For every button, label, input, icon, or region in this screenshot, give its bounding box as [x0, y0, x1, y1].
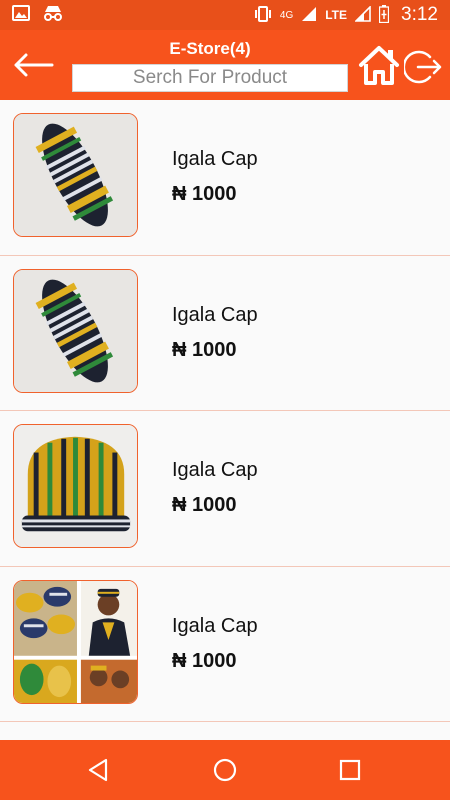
- product-item[interactable]: Igala Cap ₦ 1000: [0, 100, 450, 256]
- nav-home-button[interactable]: [210, 755, 240, 785]
- product-item[interactable]: Igala Cap ₦ 1000: [0, 256, 450, 411]
- product-image: [13, 113, 138, 237]
- battery-icon: [378, 4, 390, 26]
- vibrate-icon: [254, 5, 272, 25]
- logout-button[interactable]: [402, 48, 442, 86]
- product-name: Igala Cap: [172, 459, 258, 481]
- product-image: [13, 268, 138, 393]
- home-circle-icon: [213, 758, 237, 782]
- product-image: [13, 579, 138, 704]
- image-icon: [12, 5, 30, 26]
- nav-back-button[interactable]: [84, 755, 114, 785]
- search-input[interactable]: [72, 64, 348, 92]
- back-button[interactable]: [12, 50, 54, 80]
- incognito-icon: [42, 5, 64, 26]
- product-item[interactable]: Igala Cap ₦ 1000: [0, 567, 450, 722]
- product-name: Igala Cap: [172, 303, 258, 326]
- nav-recents-button[interactable]: [335, 755, 365, 785]
- system-nav-bar: [0, 740, 450, 800]
- product-price: ₦ 1000: [172, 183, 237, 205]
- home-button[interactable]: [358, 44, 400, 86]
- app-header: E-Store(4): [0, 30, 450, 100]
- recents-square-icon: [339, 759, 361, 781]
- status-time: 3:12: [401, 4, 438, 25]
- home-icon: [359, 46, 399, 85]
- product-price: ₦ 1000: [172, 494, 237, 516]
- product-image: [13, 424, 138, 548]
- logout-icon: [402, 50, 442, 84]
- signal-icon: [301, 6, 317, 25]
- product-list[interactable]: Igala Cap ₦ 1000 Igala Cap ₦ 1000 Igala …: [0, 100, 450, 740]
- signal-icon: [354, 4, 371, 25]
- status-bar: 4G LTE 3:12: [0, 0, 450, 30]
- product-name: Igala Cap: [172, 148, 258, 170]
- network-4g-label: 4G: [279, 9, 294, 21]
- product-item[interactable]: Igala Cap ₦ 1000: [0, 411, 450, 567]
- lte-label: LTE: [325, 8, 348, 22]
- product-price: ₦ 1000: [172, 649, 237, 672]
- product-name: Igala Cap: [172, 614, 258, 637]
- back-triangle-icon: [88, 758, 108, 782]
- product-price: ₦ 1000: [172, 338, 237, 361]
- page-title: E-Store(4): [169, 39, 251, 58]
- back-arrow-icon: [14, 53, 54, 77]
